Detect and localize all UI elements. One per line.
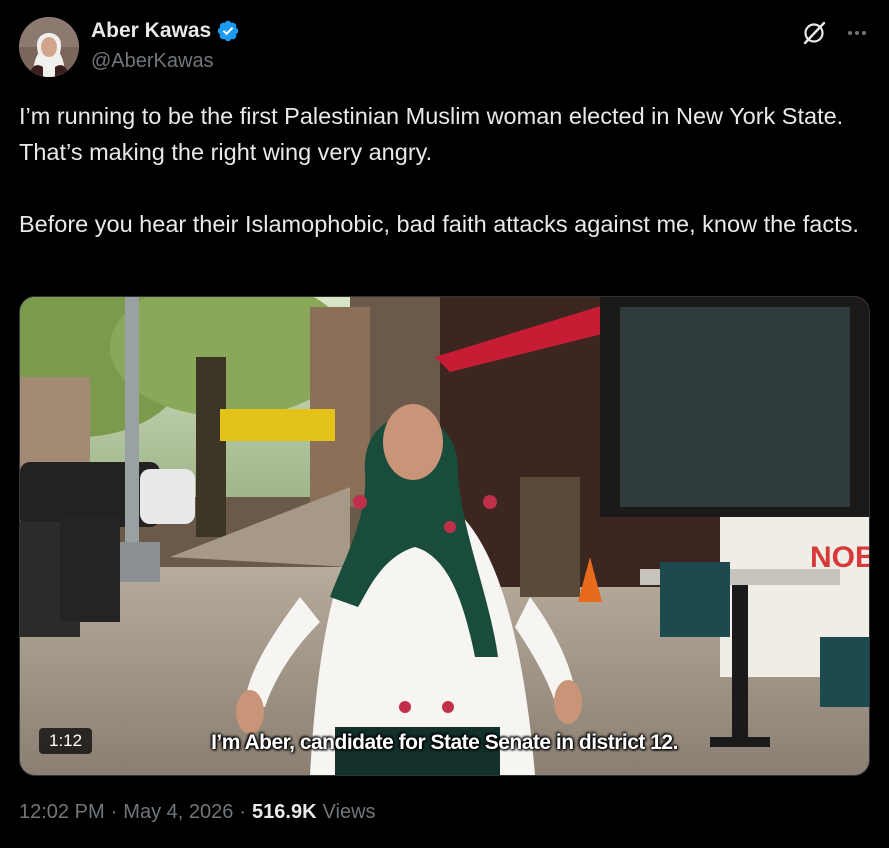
tweet-time[interactable]: 12:02 PM	[19, 801, 105, 824]
author-handle[interactable]: @AberKawas	[91, 50, 214, 73]
verified-badge-icon	[217, 20, 239, 42]
grok-icon[interactable]	[801, 20, 827, 46]
author-name-row[interactable]: Aber Kawas	[91, 19, 240, 43]
more-icon[interactable]	[845, 21, 869, 45]
video-player[interactable]: NOBI 1:12 I’m Aber, candidate for	[19, 296, 870, 776]
tweet-text: I’m running to be the first Palestinian …	[19, 98, 874, 242]
views-count[interactable]: 516.9K	[252, 801, 317, 824]
meta-separator: ·	[110, 801, 118, 823]
tweet-paragraph: Before you hear their Islamophobic, bad …	[19, 211, 859, 237]
author-name[interactable]: Aber Kawas	[91, 19, 211, 43]
tweet-paragraph: I’m running to be the first Palestinian …	[19, 103, 844, 165]
views-label: Views	[322, 801, 376, 823]
avatar[interactable]	[19, 17, 79, 77]
tweet-meta: 12:02 PM · May 4, 2026 · 516.9K Views	[19, 801, 376, 824]
tweet-date[interactable]: May 4, 2026	[123, 801, 233, 824]
video-frame: NOBI	[20, 297, 869, 775]
video-caption: I’m Aber, candidate for State Senate in …	[211, 731, 678, 754]
meta-separator: ·	[239, 801, 247, 823]
tweet-actions-top	[801, 20, 869, 46]
